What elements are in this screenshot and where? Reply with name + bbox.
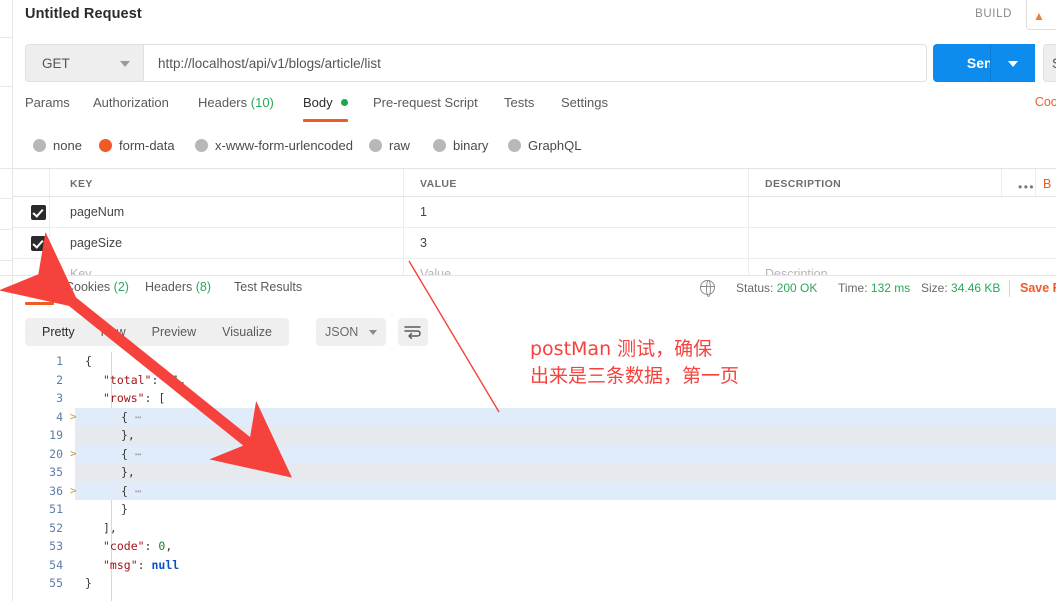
postman-window: Untitled Request BUILD ▲ GET http://loca…	[0, 0, 1056, 601]
double-headed-arrow	[0, 232, 292, 478]
annotation-overlay	[0, 232, 500, 478]
pointer-line	[408, 260, 500, 413]
